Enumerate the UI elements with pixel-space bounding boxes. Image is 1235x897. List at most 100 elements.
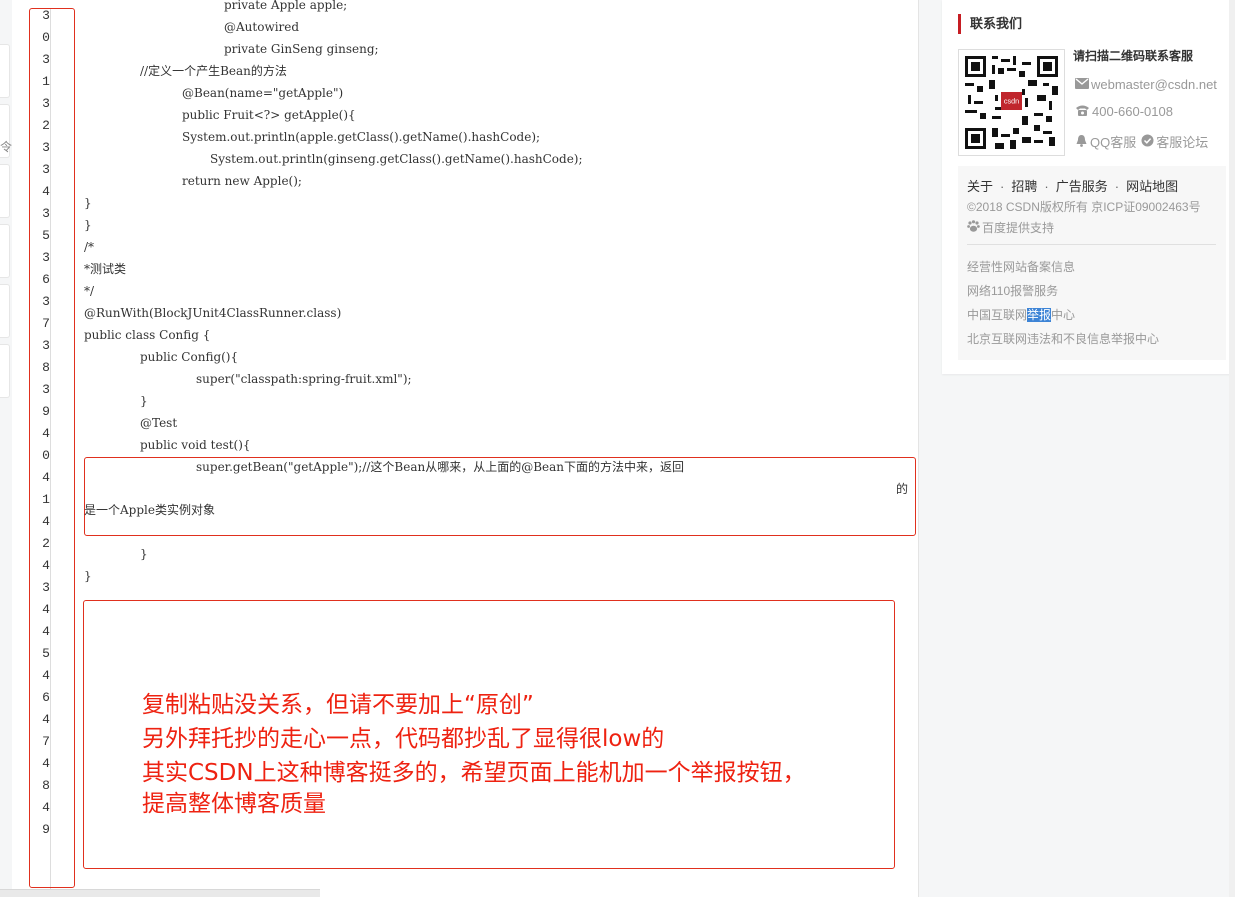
left-card[interactable] — [0, 164, 10, 218]
code-line: return new Apple(); — [182, 174, 302, 188]
line-number: 3 — [42, 52, 50, 67]
line-number: 5 — [42, 646, 50, 661]
line-number: 3 — [42, 382, 50, 397]
qr-logo: csdn — [1004, 97, 1019, 106]
baidu-support: 百度提供支持 — [967, 219, 1054, 236]
code-line: private Apple apple; — [224, 0, 348, 12]
envelope-icon — [1075, 77, 1089, 92]
line-number: 1 — [42, 74, 50, 89]
left-card-glyph: 令 — [0, 140, 13, 154]
code-line: private GinSeng ginseng; — [224, 42, 379, 56]
baidu-support-text: 百度提供支持 — [982, 221, 1055, 235]
about-link[interactable]: 关于 — [967, 179, 993, 194]
code-line: /* — [84, 240, 95, 254]
code-line: @Autowired — [224, 20, 300, 34]
line-number: 3 — [42, 140, 50, 155]
code-wrapped-tail: 是一个Apple类实例对象 — [84, 503, 215, 517]
code-close-brace: } — [84, 569, 92, 583]
line-number: 4 — [42, 184, 50, 199]
line-number: 3 — [42, 206, 50, 221]
left-card[interactable] — [0, 44, 10, 98]
contact-sidebar: 联系我们 csdn 请扫描二维码联系客服 webmaster@csdn.net … — [942, 0, 1235, 374]
line-number: 3 — [42, 294, 50, 309]
line-number: 4 — [42, 470, 50, 485]
section-title: 联系我们 — [958, 14, 1022, 34]
report-post: 中心 — [1051, 308, 1076, 322]
email-link[interactable]: webmaster@csdn.net — [1075, 77, 1217, 92]
code-highlight-box — [84, 457, 916, 536]
line-number: 4 — [42, 558, 50, 573]
page-right-edge — [1229, 0, 1235, 897]
code-line: *测试类 — [84, 262, 127, 276]
qq-support-link[interactable]: QQ客服 — [1090, 132, 1136, 151]
code-line: //定义一个产生Bean的方法 — [140, 64, 287, 78]
article-body: 3 0 3 1 3 2 3 3 4 3 5 3 6 3 7 3 8 3 9 4 0 4 1 4 2 4 3 4 4 5 4 6 4 7 4 8 4 9 p… — [12, 0, 919, 897]
ads-link[interactable]: 广告服务 — [1056, 179, 1108, 194]
code-line: super("classpath:spring-fruit.xml"); — [196, 372, 412, 386]
beijing-report-link[interactable]: 北京互联网违法和不良信息举报中心 — [967, 330, 1159, 347]
line-number: 1 — [42, 492, 50, 507]
line-number: 5 — [42, 228, 50, 243]
line-number: 4 — [42, 624, 50, 639]
left-card-strip: 令 — [0, 0, 12, 897]
beian-link[interactable]: 经营性网站备案信息 — [967, 258, 1075, 275]
line-number: 3 — [42, 338, 50, 353]
line-number: 4 — [42, 668, 50, 683]
line-number: 7 — [42, 734, 50, 749]
contact-title: 请扫描二维码联系客服 — [1073, 49, 1194, 63]
line-number: 3 — [42, 580, 50, 595]
report-selected: 举报 — [1027, 308, 1052, 322]
code-line: */ — [84, 284, 95, 298]
annotation-line: 提高整体博客质量 — [142, 791, 326, 817]
code-line: public Config(){ — [140, 350, 239, 364]
line-number: 2 — [42, 118, 50, 133]
line-number: 4 — [42, 712, 50, 727]
line-number: 4 — [42, 800, 50, 815]
code-line: } — [140, 394, 148, 408]
line-number: 0 — [42, 30, 50, 45]
forum-check-icon — [1141, 134, 1154, 150]
line-number: 8 — [42, 778, 50, 793]
code-line: @RunWith(BlockJUnit4ClassRunner.class) — [84, 306, 342, 320]
baidu-paw-icon — [967, 220, 980, 235]
left-card[interactable] — [0, 284, 10, 338]
left-card[interactable] — [0, 224, 10, 278]
footer-info: 关于 · 招聘 · 广告服务 · 网站地图 ©2018 CSDN版权所有 京ICP证0900… — [958, 166, 1226, 360]
horizontal-scrollbar[interactable] — [0, 889, 320, 897]
line-number: 6 — [42, 690, 50, 705]
line-number: 3 — [42, 96, 50, 111]
forum-link[interactable]: 客服论坛 — [1156, 132, 1208, 151]
code-line: } — [84, 218, 92, 232]
line-number: 3 — [42, 250, 50, 265]
line-number: 4 — [42, 426, 50, 441]
code-line: public Fruit<?> getApple(){ — [182, 108, 356, 122]
sitemap-link[interactable]: 网站地图 — [1126, 179, 1178, 194]
left-card[interactable] — [0, 344, 10, 398]
footer-links: 关于 · 招聘 · 广告服务 · 网站地图 — [967, 179, 1179, 194]
line-number: 8 — [42, 360, 50, 375]
code-line: @Bean(name="getApple") — [182, 86, 344, 100]
code-close-brace: } — [140, 547, 148, 561]
line-number: 3 — [42, 162, 50, 177]
police-link[interactable]: 网络110报警服务 — [967, 282, 1058, 299]
qr-code-image: csdn — [958, 49, 1065, 156]
line-number: 7 — [42, 316, 50, 331]
report-center-link[interactable]: 中国互联网举报中心 — [967, 306, 1075, 323]
report-pre: 中国互联网 — [967, 308, 1028, 322]
annotation-line: 复制粘贴没关系，但请不要加上“原创” — [142, 692, 534, 718]
code-line: System.out.println(ginseng.getClass().ge… — [210, 152, 583, 166]
code-line: public class Config { — [84, 328, 211, 342]
page: 令 3 0 3 1 3 2 3 3 4 3 5 3 6 3 7 3 8 3 9 4 0 4 1 4 2 4 3 4 4 5 4 6 4 7 4 8 4 9… — [0, 0, 1235, 897]
phone-link[interactable]: 400-660-0108 — [1075, 104, 1173, 119]
code-wrapped-char: 的 — [896, 482, 909, 496]
qr-code-icon: csdn — [965, 56, 1058, 149]
code-line: @Test — [140, 416, 178, 430]
footer-divider — [967, 244, 1216, 245]
line-number: 6 — [42, 272, 50, 287]
line-number: 9 — [42, 822, 50, 837]
line-number: 0 — [42, 448, 50, 463]
code-line: public void test(){ — [140, 438, 251, 452]
line-number: 3 — [42, 8, 50, 23]
line-number: 4 — [42, 756, 50, 771]
jobs-link[interactable]: 招聘 — [1011, 179, 1037, 194]
